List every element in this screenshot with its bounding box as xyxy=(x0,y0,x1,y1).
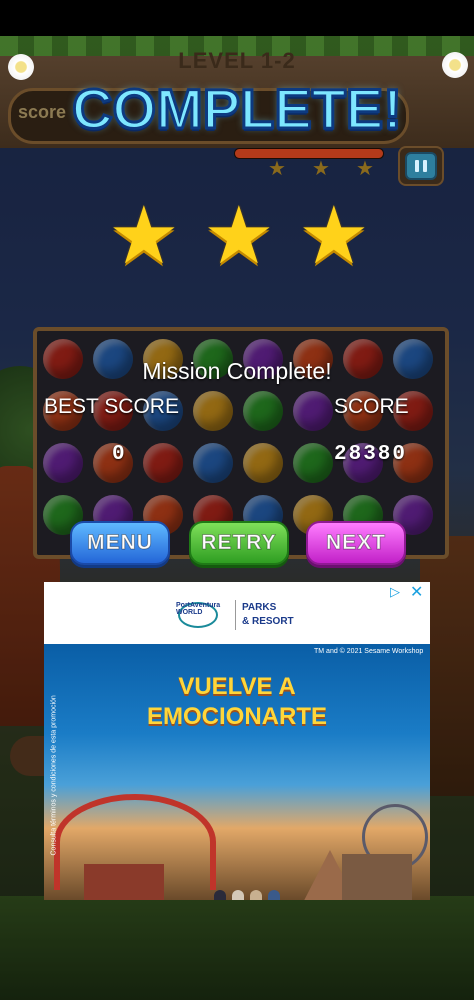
ad-brand: PortAventura WORLD xyxy=(176,602,221,616)
ad-legal-text: Consulta términos y condiciones de esta … xyxy=(50,695,58,856)
ad-headline: VUELVE A EMOCIONARTE xyxy=(44,672,430,732)
ad-parks-text: PARKS & RESORT xyxy=(242,601,294,629)
ad-castle xyxy=(342,854,412,900)
earned-stars: ★ ★ ★ xyxy=(0,196,474,276)
ad-copyright: TM and © 2021 Sesame Workshop xyxy=(314,648,424,655)
final-score-label: SCORE xyxy=(334,395,409,418)
ad-parks-line1: PARKS xyxy=(242,602,277,613)
ad-choices-icon[interactable]: ▷ xyxy=(390,585,400,600)
progress-star-icon: ★ xyxy=(268,156,286,180)
ad-headline-line1: VUELVE A xyxy=(178,673,296,700)
level-title: LEVEL 1-2 xyxy=(178,48,296,73)
close-icon[interactable]: ✕ xyxy=(410,582,423,601)
star-icon: ★ xyxy=(203,189,275,282)
best-score-value: 0 xyxy=(112,443,127,466)
complete-banner: COMPLETE! xyxy=(71,76,404,142)
mission-title: Mission Complete! xyxy=(142,358,332,384)
star-icon: ★ xyxy=(298,189,370,282)
progress-star-icon: ★ xyxy=(356,156,374,180)
status-bar xyxy=(0,0,474,36)
progress-star-icon: ★ xyxy=(312,156,330,180)
pause-button[interactable] xyxy=(398,146,444,186)
ad-header: PortAventura WORLD PARKS & RESORT ▷ ✕ xyxy=(44,582,430,644)
retry-button[interactable]: RETRY xyxy=(189,521,289,565)
best-score-label: BEST SCORE xyxy=(44,395,179,418)
ad-building xyxy=(84,864,164,900)
ad-headline-line2: EMOCIONARTE xyxy=(147,703,327,730)
next-button[interactable]: NEXT xyxy=(306,521,406,565)
menu-button[interactable]: MENU xyxy=(70,521,170,565)
final-score-value: 28380 xyxy=(334,443,408,466)
pause-icon xyxy=(405,152,437,180)
star-icon: ★ xyxy=(108,189,180,282)
ad-divider xyxy=(235,600,236,630)
ad-people xyxy=(214,874,294,900)
ad-parks-line2: & RESORT xyxy=(242,616,294,627)
advertisement[interactable]: PortAventura WORLD PARKS & RESORT ▷ ✕ TM… xyxy=(44,582,430,900)
